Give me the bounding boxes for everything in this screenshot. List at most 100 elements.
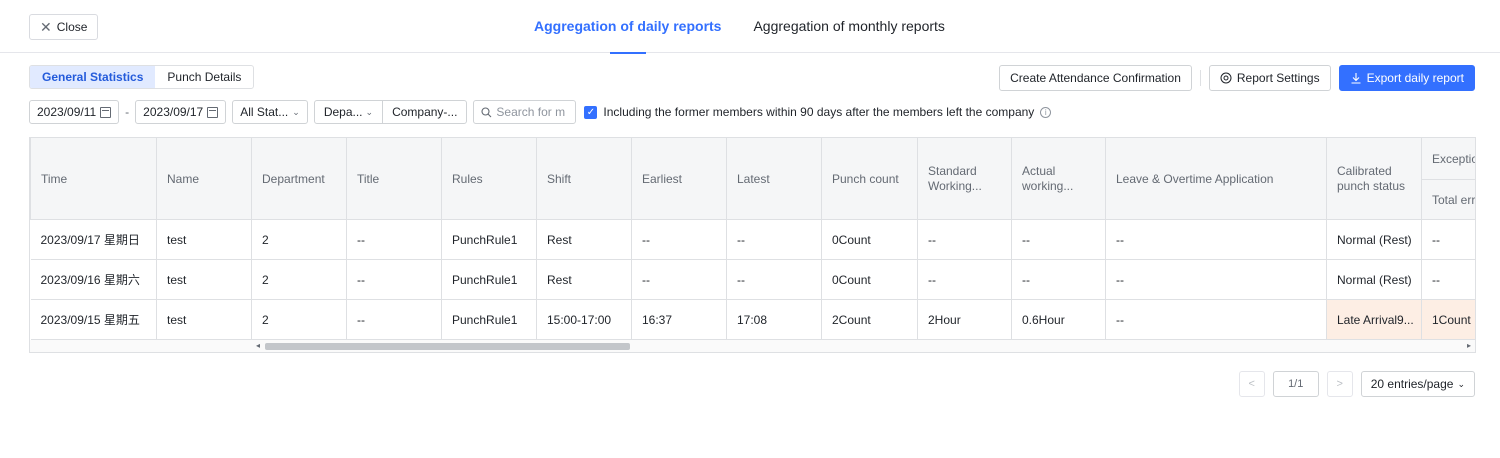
export-daily-report-button[interactable]: Export daily report: [1338, 65, 1475, 91]
include-former-members-checkbox[interactable]: ✓: [584, 105, 598, 119]
divider: [1199, 70, 1201, 86]
cell-calibrated-punch-status[interactable]: Late Arrival9...: [1326, 299, 1422, 340]
department-select[interactable]: Depa... ⌄: [315, 101, 382, 123]
previous-page-button[interactable]: <: [1238, 371, 1265, 397]
table-row[interactable]: 2023/09/16 星期六 test 2 -- PunchRule1 Rest…: [30, 259, 1475, 300]
tab-daily-reports[interactable]: Aggregation of daily reports: [534, 0, 721, 54]
close-button[interactable]: ✕ Close: [29, 14, 99, 40]
column-header-actual-working[interactable]: Actual working...: [1011, 137, 1106, 220]
column-header-standard-working[interactable]: Standard Working...: [917, 137, 1012, 220]
table-row[interactable]: 2023/09/15 星期五 test 2 -- PunchRule1 15:0…: [30, 299, 1475, 340]
cell-latest: --: [726, 259, 822, 300]
cell-time: 2023/09/16 星期六: [30, 259, 157, 300]
download-icon: [1351, 73, 1361, 84]
toggle-punch-details[interactable]: Punch Details: [155, 66, 253, 88]
cell-standard-working: --: [917, 259, 1012, 300]
column-header-total-errors[interactable]: Total err: [1421, 179, 1475, 220]
calendar-icon: [207, 106, 219, 118]
date-range-separator: -: [125, 105, 130, 119]
next-page-button[interactable]: >: [1326, 371, 1353, 397]
column-header-shift[interactable]: Shift: [536, 137, 632, 220]
cell-name: test: [156, 299, 252, 340]
cell-punch-count: 0Count: [821, 219, 918, 260]
filter-bar: 2023/09/11 - 2023/09/17 All Stat... ⌄ De…: [29, 100, 1052, 124]
column-header-time[interactable]: Time: [30, 137, 157, 220]
cell-title: --: [346, 259, 442, 300]
cell-name: test: [156, 219, 252, 260]
cell-exception: --: [1421, 219, 1475, 260]
cell-title: --: [346, 299, 442, 340]
page-size-select[interactable]: 20 entries/page ⌄: [1360, 371, 1475, 397]
cell-shift: 15:00-17:00: [536, 299, 632, 340]
cell-calibrated-punch-status: Normal (Rest): [1326, 259, 1422, 300]
cell-punch-count: 2Count: [821, 299, 918, 340]
info-icon[interactable]: i: [1040, 106, 1052, 118]
column-header-department[interactable]: Department: [251, 137, 347, 220]
cell-rules: PunchRule1: [441, 219, 537, 260]
cell-earliest: --: [631, 219, 727, 260]
chevron-down-icon: ⌄: [292, 106, 300, 117]
top-bar: ✕ Close Aggregation of daily reports Agg…: [0, 0, 1500, 54]
cell-earliest: 16:37: [631, 299, 727, 340]
view-toggle: General Statistics Punch Details: [29, 65, 255, 89]
daily-report-table: Time Name Department Title Rules Shift E…: [29, 137, 1476, 353]
cell-name: test: [156, 259, 252, 300]
column-header-name[interactable]: Name: [156, 137, 252, 220]
cell-actual-working: --: [1011, 219, 1106, 260]
report-settings-label: Report Settings: [1236, 71, 1320, 85]
cell-calibrated-punch-status: Normal (Rest): [1326, 219, 1422, 260]
cell-title: --: [346, 219, 442, 260]
column-header-earliest[interactable]: Earliest: [631, 137, 727, 220]
column-header-punch-count[interactable]: Punch count: [821, 137, 918, 220]
table-row[interactable]: 2023/09/17 星期日 test 2 -- PunchRule1 Rest…: [30, 219, 1475, 260]
calendar-icon: [100, 106, 112, 118]
department-company-filter: Depa... ⌄ Company-...: [313, 100, 468, 124]
cell-shift: Rest: [536, 219, 632, 260]
column-header-latest[interactable]: Latest: [726, 137, 822, 220]
cell-standard-working: 2Hour: [917, 299, 1012, 340]
cell-latest: 17:08: [726, 299, 822, 340]
cell-leave-overtime: --: [1105, 219, 1327, 260]
column-header-leave-overtime[interactable]: Leave & Overtime Application: [1105, 137, 1327, 220]
search-placeholder: Search for m: [496, 105, 566, 119]
cell-leave-overtime: --: [1105, 299, 1327, 340]
column-header-calibrated-punch-status[interactable]: Calibrated punch status: [1326, 137, 1422, 220]
company-select[interactable]: Company-...: [382, 101, 466, 123]
horizontal-scrollbar[interactable]: ◂ ▸: [29, 340, 1476, 353]
cell-department: 2: [251, 219, 347, 260]
chevron-down-icon: ⌄: [1457, 378, 1465, 389]
start-date-value: 2023/09/11: [37, 105, 97, 119]
report-actions: Create Attendance Confirmation Report Se…: [999, 65, 1475, 91]
close-icon: ✕: [40, 19, 52, 35]
cell-earliest: --: [631, 259, 727, 300]
export-label: Export daily report: [1366, 71, 1464, 85]
scrollbar-thumb[interactable]: [265, 343, 630, 350]
end-date-value: 2023/09/17: [143, 105, 204, 119]
cell-department: 2: [251, 299, 347, 340]
report-tabs: Aggregation of daily reports Aggregation…: [534, 0, 945, 54]
start-date-picker[interactable]: 2023/09/11: [29, 100, 120, 124]
cell-time: 2023/09/15 星期五: [30, 299, 157, 340]
cell-standard-working: --: [917, 219, 1012, 260]
close-label: Close: [56, 20, 88, 34]
chevron-down-icon: ⌄: [365, 106, 374, 117]
scroll-left-icon[interactable]: ◂: [256, 341, 260, 350]
toggle-general-statistics[interactable]: General Statistics: [30, 66, 156, 88]
report-settings-button[interactable]: Report Settings: [1208, 65, 1331, 91]
end-date-picker[interactable]: 2023/09/17: [135, 100, 227, 124]
pagination: < 1/1 > 20 entries/page ⌄: [1238, 371, 1475, 397]
create-attendance-confirmation-button[interactable]: Create Attendance Confirmation: [999, 65, 1192, 91]
tab-monthly-reports[interactable]: Aggregation of monthly reports: [753, 0, 944, 53]
column-header-exception[interactable]: Exceptio: [1421, 137, 1475, 180]
cell-actual-working: --: [1011, 259, 1106, 300]
include-former-members-label: Including the former members within 90 d…: [603, 105, 1035, 119]
department-value: Depa...: [323, 105, 363, 119]
column-header-title[interactable]: Title: [346, 137, 442, 220]
cell-exception[interactable]: 1Count: [1421, 299, 1475, 340]
column-header-rules[interactable]: Rules: [441, 137, 537, 220]
company-value: Company-...: [392, 105, 458, 119]
scroll-right-icon[interactable]: ▸: [1467, 341, 1471, 350]
page-indicator[interactable]: 1/1: [1272, 371, 1319, 397]
search-input[interactable]: Search for m: [473, 100, 577, 124]
status-select[interactable]: All Stat... ⌄: [232, 100, 308, 124]
